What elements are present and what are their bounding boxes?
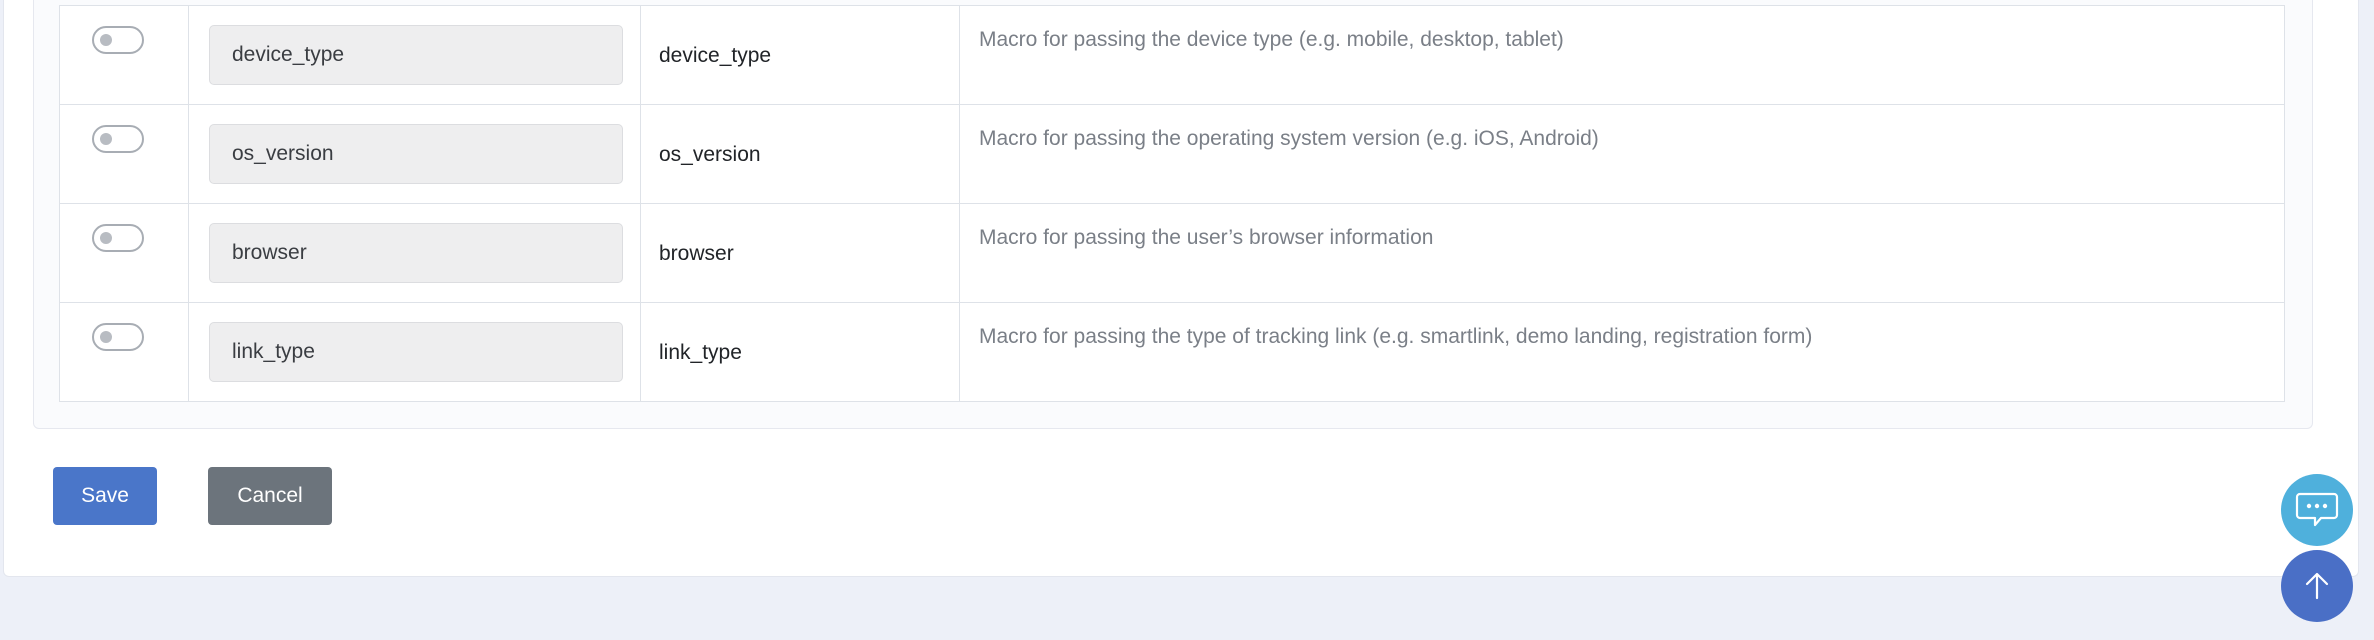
macro-key: os_version [659,143,761,166]
save-button[interactable]: Save [53,467,157,525]
macro-cell: os_version [640,104,960,204]
description-cell: Macro for passing the user’s browser inf… [959,203,2285,303]
toggle-cell [59,104,189,204]
toggle-knob [100,133,112,145]
enable-toggle[interactable] [92,224,144,252]
macro-key: link_type [659,341,742,364]
macro-cell: device_type [640,5,960,105]
macro-description: Macro for passing the device type (e.g. … [979,28,1564,51]
description-cell: Macro for passing the type of tracking l… [959,302,2285,402]
macros-table: device_type Macro for passing the device… [59,5,2285,402]
name-cell [188,203,641,303]
table-row: device_type Macro for passing the device… [59,5,2285,105]
macro-name-input[interactable] [209,322,623,382]
toggle-cell [59,5,189,105]
table-row: os_version Macro for passing the operati… [59,104,2285,204]
enable-toggle[interactable] [92,125,144,153]
macro-name-input[interactable] [209,124,623,184]
macro-description: Macro for passing the type of tracking l… [979,325,1813,348]
toggle-knob [100,232,112,244]
macro-key: device_type [659,44,772,67]
macro-description: Macro for passing the user’s browser inf… [979,226,1434,249]
name-cell [188,302,641,402]
arrow-up-icon [2303,571,2331,601]
chat-bubble-icon [2295,490,2339,530]
description-cell: Macro for passing the operating system v… [959,104,2285,204]
chat-button[interactable] [2281,474,2353,546]
toggle-knob [100,34,112,46]
toggle-cell [59,203,189,303]
enable-toggle[interactable] [92,26,144,54]
macro-description: Macro for passing the operating system v… [979,127,1599,150]
table-row: link_type Macro for passing the type of … [59,302,2285,402]
macro-cell: link_type [640,302,960,402]
enable-toggle[interactable] [92,323,144,351]
macro-name-input[interactable] [209,223,623,283]
description-cell: Macro for passing the device type (e.g. … [959,5,2285,105]
toggle-cell [59,302,189,402]
toggle-knob [100,331,112,343]
page-card: device_type Macro for passing the device… [3,0,2359,577]
table-row: browser Macro for passing the user’s bro… [59,203,2285,303]
name-cell [188,104,641,204]
macro-key: browser [659,242,734,265]
scroll-to-top-button[interactable] [2281,550,2353,622]
name-cell [188,5,641,105]
cancel-button[interactable]: Cancel [208,467,332,525]
macro-cell: browser [640,203,960,303]
macros-panel: device_type Macro for passing the device… [33,0,2313,429]
macro-name-input[interactable] [209,25,623,85]
